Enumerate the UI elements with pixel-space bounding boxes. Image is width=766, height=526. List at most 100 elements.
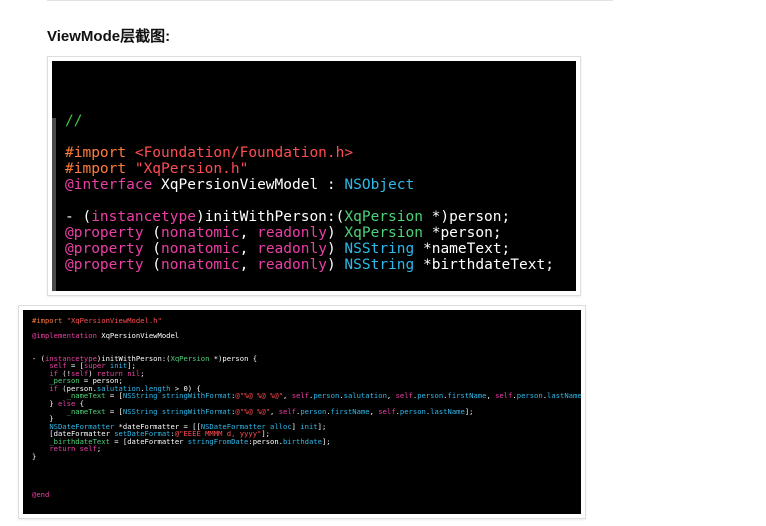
code-token: person	[313, 391, 340, 401]
code-token: ;	[140, 368, 145, 378]
code-token: #import	[65, 161, 135, 177]
code-token: = [	[105, 391, 123, 401]
code-token: - (	[65, 209, 92, 225]
code-line: #import "XqPersionViewModel.h"	[32, 317, 581, 325]
code-token: self	[291, 391, 309, 401]
code-line: _birthdateText = [dateFormatter stringFr…	[32, 436, 581, 446]
code-token: ];	[317, 421, 327, 431]
code-token: XqPersionViewModel :	[152, 177, 345, 193]
code-token: ,	[239, 257, 258, 273]
code-token: self	[495, 391, 513, 401]
code-token: <Foundation/Foundation.h>	[134, 145, 354, 161]
code-line: }	[32, 453, 581, 461]
code-line: - (instancetype)initWithPerson:(XqPersio…	[65, 209, 576, 225]
code-token: "XqPersionViewModel.h"	[66, 316, 162, 325]
code-token: )	[326, 225, 345, 241]
code-token: instancetype	[91, 209, 196, 225]
code-token: @interface	[65, 177, 153, 193]
code-token: )	[326, 257, 345, 273]
code-line: @property (nonatomic, readonly) NSString…	[65, 241, 576, 257]
code-line: @implementation XqPersionViewModel	[32, 332, 581, 340]
code-token: self	[278, 406, 297, 416]
code-line: @end	[32, 490, 581, 499]
code-token: NSString	[344, 241, 415, 257]
code-token: stringWithFormat	[161, 406, 232, 416]
code-token: stringFromDate	[187, 436, 249, 446]
code-token: @property	[65, 225, 144, 241]
code-line: //	[65, 113, 576, 129]
code-line: @property (nonatomic, readonly) XqPersio…	[65, 225, 576, 241]
section-heading: ViewMode层截图:	[47, 28, 171, 45]
code-token: person	[417, 391, 444, 401]
code-token: nonatomic	[161, 257, 240, 273]
code-token: firstName	[330, 406, 370, 416]
code-token: nonatomic	[161, 225, 240, 241]
code-token: NSString	[122, 391, 158, 401]
code-token: = [dateFormatter	[109, 436, 188, 446]
code-token: self	[395, 391, 413, 401]
code-token: person	[399, 406, 426, 416]
code-token: person	[516, 391, 543, 401]
code-line: #import <Foundation/Foundation.h>	[65, 145, 576, 161]
code-line: @interface XqPersionViewModel : NSObject	[65, 177, 576, 193]
code-token: ,	[239, 241, 258, 257]
code-token: readonly	[257, 241, 327, 257]
code-token: *person;	[422, 225, 502, 241]
code-token: @implementation	[32, 331, 97, 341]
code-token: @"%@ %@"	[235, 406, 271, 416]
implementation-code-view: #import "XqPersionViewModel.h" @implement…	[23, 310, 581, 514]
code-line: @property (nonatomic, readonly) NSString…	[65, 257, 576, 273]
code-token: NSString	[344, 257, 415, 273]
header-code-screenshot: // #import <Foundation/Foundation.h> #impo…	[47, 56, 581, 296]
code-token: stringWithFormat	[161, 391, 232, 401]
code-line: _nameText = [NSString stringWithFormat:@…	[32, 406, 581, 416]
code-token: = [	[105, 406, 123, 416]
code-token: XqPersion	[344, 225, 423, 241]
code-token: lastName	[430, 406, 465, 416]
code-token: *)person {	[209, 353, 258, 363]
code-token: )	[326, 241, 345, 257]
code-token: person	[300, 406, 327, 416]
code-token: NSObject	[344, 177, 415, 193]
code-token: _nameText	[66, 406, 106, 416]
code-token: ;	[96, 444, 102, 454]
code-token: XqPersion	[344, 209, 423, 225]
code-token: #import	[65, 145, 135, 161]
code-token: birthdate	[283, 436, 322, 446]
code-token: return	[49, 444, 76, 454]
code-token: @property	[65, 257, 144, 273]
code-token: "XqPersion.h"	[134, 161, 249, 177]
code-token: ,	[486, 391, 496, 401]
code-token: alloc	[270, 421, 292, 431]
code-token: firstName	[447, 391, 487, 401]
code-token: #import	[32, 316, 67, 325]
code-line: return self;	[32, 445, 581, 453]
code-token: (	[143, 257, 162, 273]
code-token: //	[65, 113, 83, 129]
code-token: ,	[239, 225, 258, 241]
code-token: @"%@ %@ %@"	[235, 391, 284, 401]
code-token: ];	[464, 406, 474, 416]
code-token: *nameText;	[414, 241, 511, 257]
code-token: self	[79, 444, 97, 454]
code-token: nonatomic	[161, 241, 240, 257]
code-token: lastName	[547, 391, 581, 401]
code-token: ];	[321, 436, 331, 446]
code-token: (	[143, 241, 162, 257]
code-line: #import "XqPersion.h"	[65, 161, 576, 177]
code-token: ,	[386, 391, 396, 401]
code-token: readonly	[257, 257, 327, 273]
editor-gutter-bar	[52, 118, 56, 291]
code-token: ,	[283, 391, 292, 401]
top-divider	[47, 0, 613, 1]
code-token: NSString	[122, 406, 158, 416]
code-token: (	[143, 225, 162, 241]
code-token: ,	[270, 406, 279, 416]
code-token: nil	[127, 368, 141, 378]
